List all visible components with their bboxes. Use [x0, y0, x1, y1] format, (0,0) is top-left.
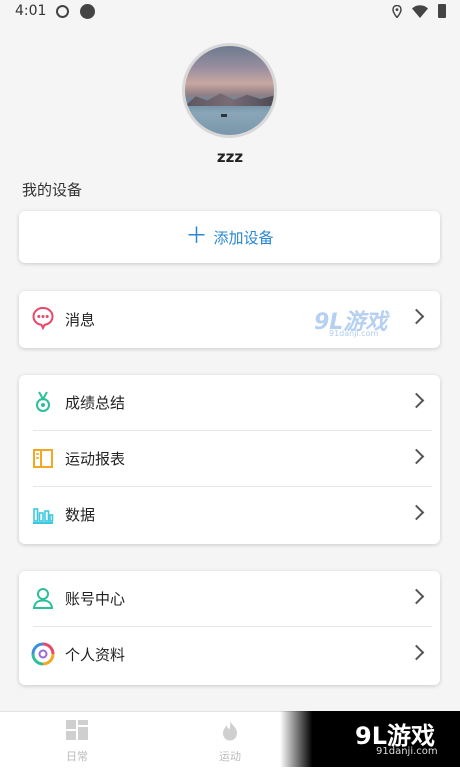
menu-item-label: 成绩总结: [65, 394, 126, 412]
tab-daily[interactable]: 日常: [2, 712, 152, 768]
chat-bubble-icon: [32, 306, 54, 330]
stats-card: 成绩总结 运动报表 数据: [19, 375, 440, 544]
section-title-my-devices: 我的设备: [22, 181, 83, 199]
notification-dot-icon: [80, 4, 95, 19]
chevron-right-icon: [408, 644, 425, 661]
menu-item-label: 数据: [65, 506, 96, 524]
watermark-sub: 91danji.com: [329, 329, 379, 338]
bar-chart-icon: [33, 508, 54, 524]
status-bar: 4:01: [0, 0, 460, 24]
status-time: 4:01: [15, 3, 47, 19]
promo-sub: 91danji.com: [376, 746, 438, 757]
account-card: 账号中心 个人资料: [19, 571, 440, 685]
menu-item-data[interactable]: 数据: [19, 487, 440, 542]
profile-swirl-icon: [31, 642, 55, 666]
chevron-right-icon: [408, 588, 425, 605]
location-icon: [392, 4, 402, 18]
menu-item-account-center[interactable]: 账号中心: [19, 571, 440, 626]
flame-icon: [223, 720, 237, 741]
wifi-icon: [412, 4, 428, 18]
menu-item-label: 账号中心: [65, 590, 126, 608]
tab-label: 日常: [66, 750, 88, 763]
chevron-right-icon: [408, 504, 425, 521]
user-icon: [32, 588, 54, 609]
username: zzz: [216, 148, 244, 166]
menu-item-label: 个人资料: [65, 646, 126, 664]
menu-item-summary[interactable]: 成绩总结: [19, 375, 440, 430]
avatar[interactable]: [182, 43, 277, 138]
menu-item-report[interactable]: 运动报表: [19, 431, 440, 486]
add-device-label: 添加设备: [213, 228, 274, 247]
chevron-right-icon: [408, 448, 425, 465]
medal-icon: [36, 391, 50, 412]
chevron-right-icon: [408, 308, 425, 325]
menu-item-label: 消息: [65, 311, 96, 329]
menu-item-profile[interactable]: 个人资料: [19, 627, 440, 682]
menu-item-label: 运动报表: [65, 450, 126, 468]
plus-icon: ＋: [185, 224, 208, 249]
book-icon: [33, 449, 53, 468]
chevron-right-icon: [408, 392, 425, 409]
add-device-button[interactable]: ＋ 添加设备: [19, 211, 440, 263]
grid-icon: [66, 720, 88, 740]
battery-icon: [438, 4, 446, 18]
sync-icon: [56, 5, 69, 18]
